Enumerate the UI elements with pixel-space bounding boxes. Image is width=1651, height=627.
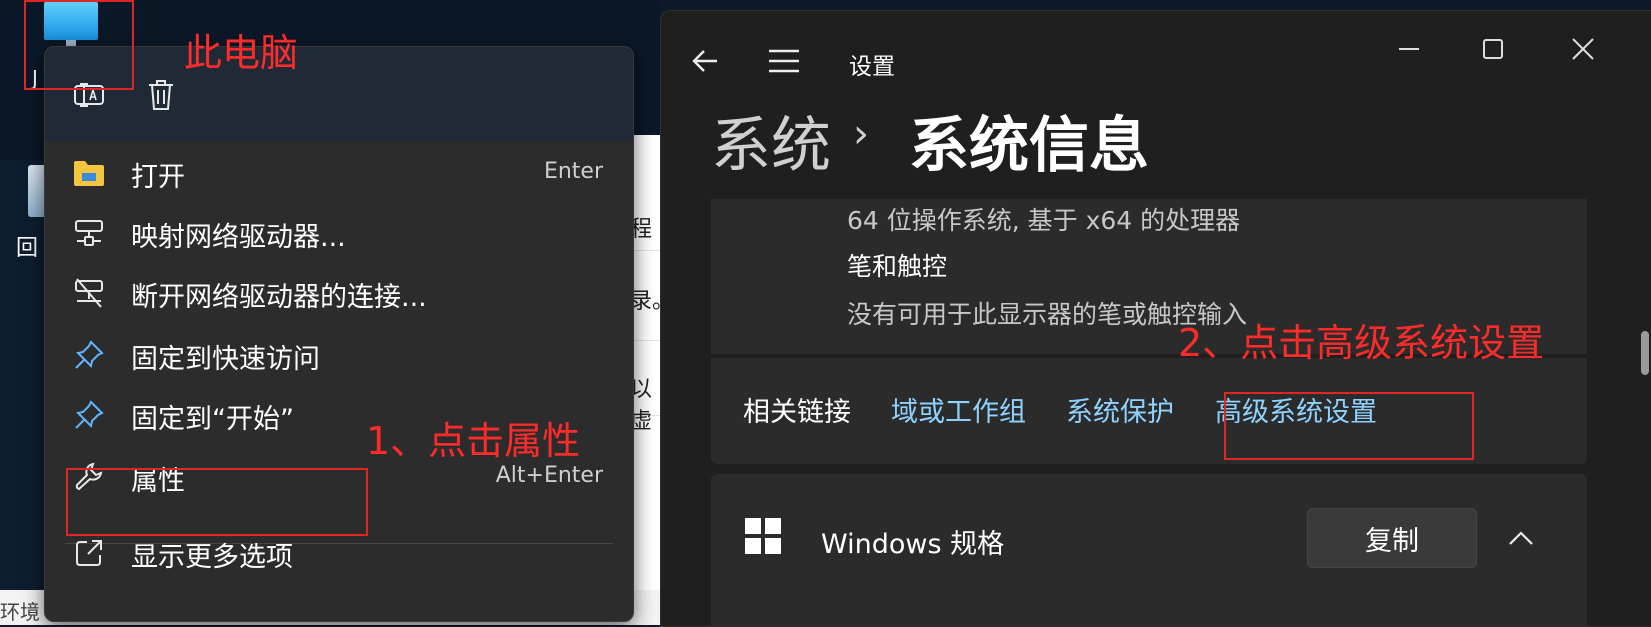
window-title: 设置	[849, 54, 895, 80]
related-links-label: 相关链接	[743, 397, 851, 428]
copy-button[interactable]: 复制	[1307, 508, 1477, 568]
page-title: 系统信息	[909, 111, 1149, 181]
breadcrumb-separator: ›	[853, 111, 869, 157]
background-status-text: 环境	[0, 600, 40, 624]
menu-item-label: 断开网络驱动器的连接...	[131, 282, 427, 313]
hamburger-menu-icon[interactable]	[765, 45, 805, 77]
system-type-value: 64 位操作系统, 基于 x64 的处理器	[847, 206, 1241, 235]
folder-icon	[73, 157, 105, 189]
disconnect-network-drive-icon	[73, 277, 105, 309]
windows-spec-card: Windows 规格 复制	[711, 474, 1587, 626]
menu-item-pin-quick-access[interactable]: 固定到快速访问	[45, 325, 633, 385]
scrollbar-thumb[interactable]	[1641, 331, 1649, 375]
pin-icon	[73, 339, 105, 371]
maximize-button[interactable]	[1473, 29, 1513, 69]
annotation-this-pc: 此电脑	[184, 31, 299, 75]
menu-item-map-network-drive[interactable]: 映射网络驱动器...	[45, 203, 633, 263]
breadcrumb-parent[interactable]: 系统	[711, 97, 831, 184]
highlight-box-this-pc	[24, 0, 134, 90]
windows-spec-label: Windows 规格	[821, 529, 1005, 560]
menu-item-label: 打开	[131, 162, 185, 193]
close-button[interactable]	[1563, 29, 1603, 69]
show-more-icon	[73, 537, 105, 569]
delete-icon[interactable]	[141, 75, 181, 115]
annotation-step2: 2、点击高级系统设置	[1178, 321, 1545, 365]
windows-logo-icon	[745, 518, 781, 554]
desktop-background-left	[0, 160, 48, 590]
link-system-protection[interactable]: 系统保护	[1066, 390, 1174, 429]
menu-item-label: 固定到“开始”	[131, 404, 294, 435]
highlight-box-advanced-settings	[1224, 392, 1474, 460]
link-domain-workgroup[interactable]: 域或工作组	[891, 390, 1026, 429]
menu-item-open[interactable]: 打开 Enter	[45, 143, 633, 203]
chevron-up-icon[interactable]	[1501, 518, 1541, 558]
annotation-step1: 1、点击属性	[366, 419, 581, 463]
menu-item-label: 显示更多选项	[131, 542, 293, 573]
menu-item-label: 固定到快速访问	[131, 344, 320, 375]
menu-item-label: 映射网络驱动器...	[131, 222, 346, 253]
recycle-bin-label: 回	[16, 236, 39, 261]
pin-icon	[73, 399, 105, 431]
window-text-fragment: 以虚	[630, 377, 653, 434]
pen-touch-heading: 笔和触控	[847, 252, 948, 281]
menu-item-disconnect-network-drive[interactable]: 断开网络驱动器的连接...	[45, 263, 633, 323]
back-button[interactable]	[687, 41, 727, 81]
map-network-drive-icon	[73, 217, 105, 249]
menu-item-shortcut: Enter	[543, 159, 603, 184]
minimize-button[interactable]	[1389, 29, 1429, 69]
menu-item-shortcut: Alt+Enter	[495, 463, 603, 488]
highlight-box-properties	[66, 468, 368, 536]
